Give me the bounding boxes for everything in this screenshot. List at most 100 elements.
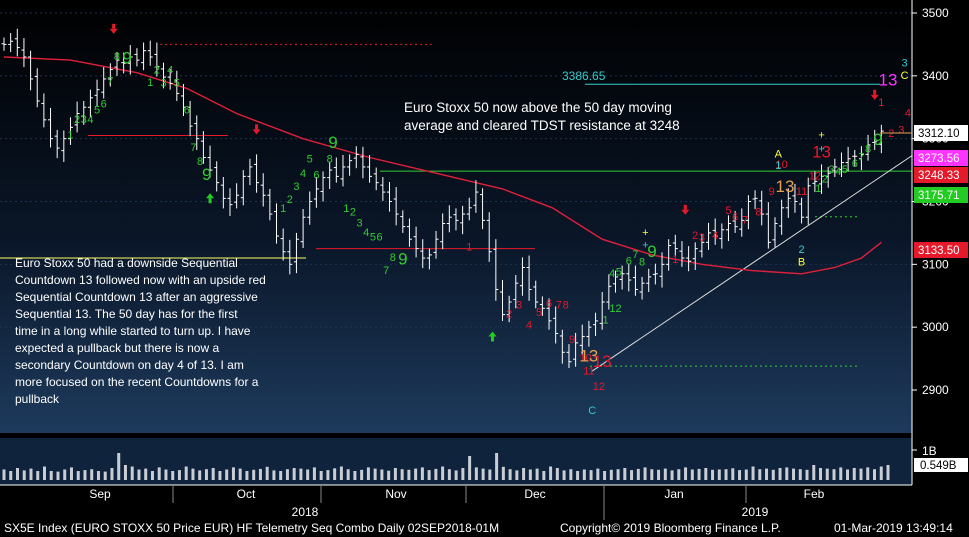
volume-bar xyxy=(488,469,492,480)
svg-text:Sequential 13. The 50 day has: Sequential 13. The 50 day has for the fi… xyxy=(15,307,238,321)
volume-bar xyxy=(299,468,303,480)
sequential-label: 11 xyxy=(796,186,807,198)
volume-bar xyxy=(609,469,613,480)
volume-bar xyxy=(117,453,121,480)
volume-bar xyxy=(542,471,546,480)
volume-bar xyxy=(2,469,6,480)
volume-bar xyxy=(137,469,141,480)
volume-bar xyxy=(22,470,26,480)
volume-bar xyxy=(434,468,438,480)
volume-bar xyxy=(164,469,168,480)
volume-bar xyxy=(447,469,451,480)
sequential-label: 5 xyxy=(536,307,542,319)
volume-bar xyxy=(616,469,620,480)
sequential-label: 6 xyxy=(732,211,738,223)
volume-bar xyxy=(9,471,13,480)
sequential-label: 3 xyxy=(160,78,166,90)
volume-bar xyxy=(582,469,586,480)
sequential-label: 5 xyxy=(174,78,180,90)
volume-bar xyxy=(684,467,688,480)
sequential-label: 1 xyxy=(280,203,286,215)
volume-bar xyxy=(90,469,94,480)
level-label-3386: 3386.65 xyxy=(562,69,606,83)
volume-bar xyxy=(191,468,195,480)
footer-right: 01-Mar-2019 13:49:14 xyxy=(834,521,953,535)
volume-bar xyxy=(535,468,539,480)
volume-bar xyxy=(663,468,667,480)
annotation-top-line-2: average and cleared TDST resistance at 3… xyxy=(404,118,680,133)
sequential-label: 5 xyxy=(94,105,100,117)
volume-bar xyxy=(758,469,762,480)
volume-bar xyxy=(346,469,350,480)
sequential-label: 2 xyxy=(799,244,805,256)
sequential-label: 6 xyxy=(376,231,382,243)
volume-bar xyxy=(130,466,134,480)
plus-marker: + xyxy=(818,143,824,155)
sequential-label: 2 xyxy=(287,194,293,206)
footer-left: SX5E Index (EURO STOXX 50 Price EUR) HF … xyxy=(4,521,499,535)
sequential-label: 5 xyxy=(725,205,731,217)
sequential-label: 1 xyxy=(775,160,781,172)
sequential-label: C xyxy=(901,70,909,82)
volume-bar xyxy=(481,468,485,480)
volume-bar xyxy=(292,468,296,480)
volume-bar xyxy=(333,468,337,480)
sequential-label: 6 xyxy=(184,105,190,117)
volume-bar xyxy=(670,470,674,480)
volume-bar xyxy=(522,468,526,480)
sequential-label: 1 xyxy=(815,183,821,195)
volume-bar xyxy=(677,469,681,480)
sequential-label: 6 xyxy=(626,255,632,267)
volume-bar xyxy=(744,469,748,480)
svg-text:pullback: pullback xyxy=(15,392,60,406)
volume-bar xyxy=(474,467,478,480)
volume-bar xyxy=(258,468,262,480)
volume-bar xyxy=(279,471,283,480)
sequential-label: 3 xyxy=(81,114,87,126)
sequential-label: 8 xyxy=(114,51,120,63)
sequential-label: 6 xyxy=(546,298,552,310)
volume-bar xyxy=(697,468,701,480)
sequential-label: 2 xyxy=(692,230,698,242)
volume-bar xyxy=(765,468,769,480)
sequential-label: 8 xyxy=(639,257,645,269)
volume-bar xyxy=(886,465,890,480)
volume-bar xyxy=(366,467,370,480)
volume-bar xyxy=(218,471,222,480)
sequential-label: 2 xyxy=(506,309,512,321)
price-tag: 3175.71 xyxy=(918,190,960,202)
sequential-label: 12 xyxy=(609,303,621,315)
chart-svg: 3386.65 12 3 45678 9123456789123456891 234 5 6… xyxy=(0,0,968,535)
volume-bar xyxy=(211,468,215,480)
sequential-label: 9 xyxy=(647,242,656,261)
volume-bar xyxy=(312,467,316,480)
sequential-label: C xyxy=(588,405,596,417)
volume-bar xyxy=(501,466,505,480)
sequential-label: 4 xyxy=(609,268,615,280)
volume-bar xyxy=(576,471,580,480)
svg-text:Countdown 13 followed now with: Countdown 13 followed now with an upside… xyxy=(15,273,266,287)
volume-bar xyxy=(711,469,715,480)
volume-bar xyxy=(785,467,789,480)
sequential-label: 8 xyxy=(563,299,569,311)
sequential-label: 8 xyxy=(390,252,396,264)
volume-bar xyxy=(562,470,566,480)
y-tick-label: 3000 xyxy=(922,320,949,334)
sequential-label: 6 xyxy=(852,158,858,170)
volume-bar xyxy=(866,467,870,480)
volume-bar xyxy=(731,468,735,480)
volume-bar xyxy=(407,469,411,480)
sequential-label: 5 xyxy=(616,267,622,279)
sequential-label: 9 xyxy=(398,249,407,268)
volume-bar xyxy=(123,465,127,480)
sequential-label: 7 xyxy=(742,214,748,226)
sequential-label: 7 xyxy=(632,249,638,261)
sequential-label: 1 xyxy=(343,203,349,215)
volume-bar xyxy=(238,468,242,480)
plus-marker: + xyxy=(818,130,824,142)
sequential-label: A xyxy=(775,149,783,161)
volume-bar xyxy=(36,471,40,480)
volume-bar xyxy=(508,469,512,480)
sequential-label: 5 xyxy=(307,154,313,166)
volume-bar xyxy=(454,470,458,480)
